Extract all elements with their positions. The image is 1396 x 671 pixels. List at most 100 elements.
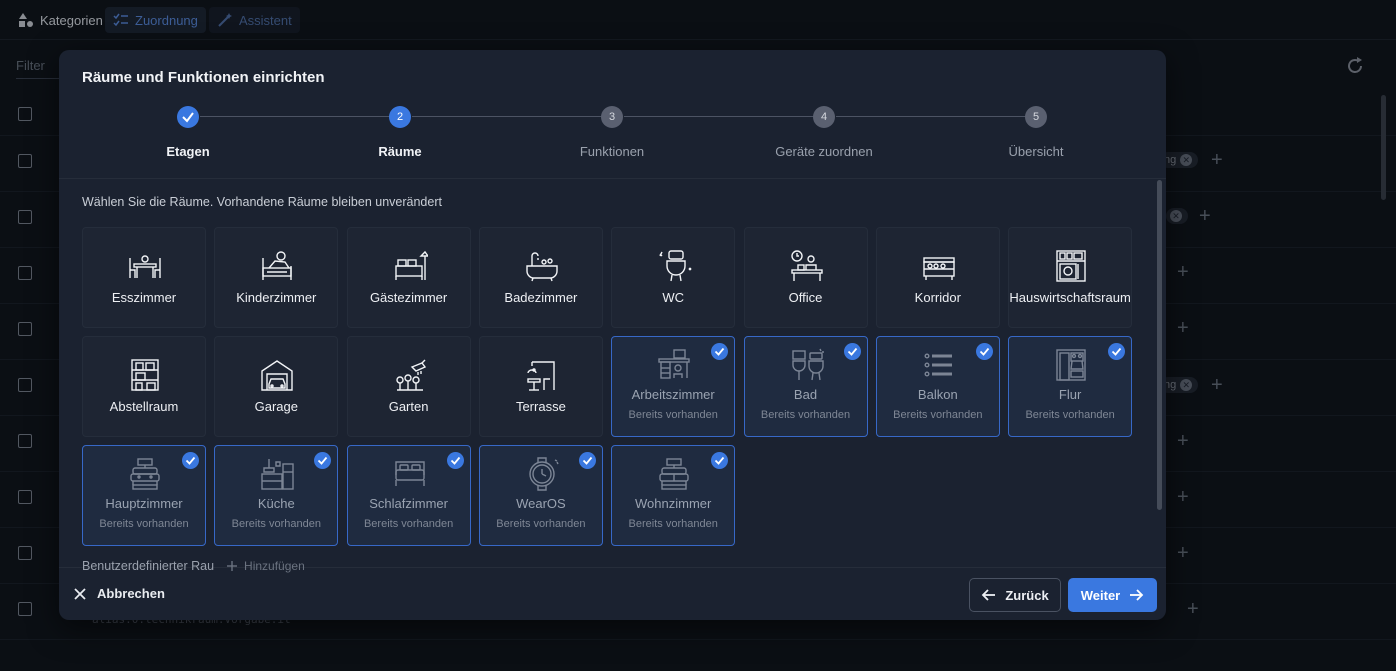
workroom-icon	[658, 349, 690, 379]
bathtub-icon	[526, 252, 558, 282]
cancel-button[interactable]: Abbrechen	[73, 586, 165, 601]
room-tile-hauptzimmer[interactable]: Hauptzimmer Bereits vorhanden	[82, 445, 206, 546]
room-tile-hauswirtschaftsraum[interactable]: Hauswirtschaftsraum	[1008, 227, 1133, 328]
child-bed-icon	[262, 251, 292, 280]
check-circle-icon	[314, 452, 332, 469]
room-tile-office[interactable]: Office	[743, 227, 868, 328]
room-tile-garten[interactable]: Garten	[346, 336, 471, 437]
step-label-raeume: Räume	[378, 144, 422, 159]
step-3-indicator[interactable]: 3	[601, 106, 623, 128]
hallway-icon	[1056, 349, 1086, 381]
room-tile-garage[interactable]: Garage	[214, 336, 339, 437]
room-label: Abstellraum	[109, 399, 179, 414]
check-circle-icon	[843, 343, 861, 360]
room-label: Garten	[388, 399, 429, 414]
plus-icon	[227, 561, 238, 571]
room-label: WearOS	[516, 496, 566, 511]
next-button[interactable]: Weiter	[1068, 578, 1157, 612]
step-1-indicator[interactable]	[177, 106, 199, 128]
check-circle-icon	[182, 452, 199, 469]
room-tile-küche[interactable]: Küche Bereits vorhanden	[214, 445, 339, 546]
room-tile-bad[interactable]: Bad Bereits vorhanden	[743, 336, 868, 437]
room-tile-esszimmer[interactable]: Esszimmer	[82, 227, 206, 328]
step-label-etagen: Etagen	[166, 144, 210, 159]
add-custom-room-button[interactable]: Hinzufügen	[226, 559, 305, 573]
room-tile-flur[interactable]: Flur Bereits vorhanden	[1008, 336, 1133, 437]
toilet-icon	[659, 250, 692, 282]
existing-label: Bereits vorhanden	[496, 518, 586, 530]
stepper: 2 3 4 5 Etagen Räume Funktionen Geräte z…	[59, 106, 1166, 166]
room-label: Schlafzimmer	[369, 496, 448, 511]
cancel-label: Abbrechen	[97, 586, 165, 601]
watch-icon	[529, 457, 559, 491]
existing-label: Bereits vorhanden	[628, 518, 718, 530]
office-desk-icon	[790, 250, 823, 281]
setup-dialog: Räume und Funktionen einrichten 2 3 4 5 …	[59, 50, 1166, 620]
next-label: Weiter	[1080, 587, 1121, 603]
list-lines-icon	[924, 353, 952, 377]
existing-label: Bereits vorhanden	[363, 518, 454, 530]
room-tile-kinderzimmer[interactable]: Kinderzimmer	[214, 227, 339, 328]
guest-bed-icon	[394, 250, 428, 280]
custom-room-label: Benutzerdefinierter Rau	[82, 559, 215, 573]
room-tile-badezimmer[interactable]: Badezimmer	[478, 227, 603, 328]
room-label: Esszimmer	[111, 290, 177, 305]
room-label: Office	[788, 290, 823, 305]
room-tile-wc[interactable]: WC	[611, 227, 736, 328]
back-button[interactable]: Zurück	[969, 578, 1061, 612]
garage-icon	[261, 360, 293, 391]
room-label: Arbeitszimmer	[631, 387, 715, 402]
step-label-uebersicht: Übersicht	[1008, 144, 1064, 159]
check-circle-icon	[446, 452, 464, 469]
check-circle-icon	[975, 343, 993, 360]
step-2-indicator[interactable]: 2	[389, 106, 411, 128]
check-icon	[182, 112, 194, 123]
room-tile-abstellraum[interactable]: Abstellraum	[82, 336, 206, 437]
bathroom-icon	[791, 348, 824, 381]
check-circle-icon	[578, 452, 596, 469]
step-connector	[412, 116, 602, 117]
custom-room-row: Benutzerdefinierter Rau Hinzufügen	[82, 559, 305, 573]
existing-label: Bereits vorhanden	[1025, 409, 1115, 421]
check-circle-icon	[711, 343, 729, 360]
terrace-icon	[527, 361, 555, 391]
room-tile-wearos[interactable]: WearOS Bereits vorhanden	[478, 445, 603, 546]
instruction-text: Wählen Sie die Räume. Vorhandene Räume b…	[82, 195, 442, 209]
room-tile-arbeitszimmer[interactable]: Arbeitszimmer Bereits vorhanden	[611, 336, 736, 437]
room-selection-body: Wählen Sie die Räume. Vorhandene Räume b…	[59, 178, 1166, 573]
dialog-scrollbar[interactable]	[1157, 180, 1162, 510]
room-label: Hauswirtschaftsraum	[1009, 290, 1131, 305]
room-label: Bad	[793, 387, 818, 402]
room-label: Flur	[1058, 387, 1082, 402]
room-label: WC	[662, 290, 685, 305]
room-label: Garage	[254, 399, 298, 414]
close-icon	[74, 587, 86, 600]
step-4-indicator[interactable]: 4	[813, 106, 835, 128]
room-label: Kinderzimmer	[236, 290, 317, 305]
room-tile-gästezimmer[interactable]: Gästezimmer	[346, 227, 471, 328]
step-connector	[200, 116, 390, 117]
corridor-icon	[923, 257, 955, 280]
main-room-icon	[130, 458, 160, 490]
step-label-geraete: Geräte zuordnen	[775, 144, 873, 159]
step-label-funktionen: Funktionen	[579, 144, 645, 159]
room-tile-schlafzimmer[interactable]: Schlafzimmer Bereits vorhanden	[346, 445, 471, 546]
room-tile-wohnzimmer[interactable]: Wohnzimmer Bereits vorhanden	[611, 445, 736, 546]
back-label: Zurück	[1005, 587, 1049, 603]
existing-label: Bereits vorhanden	[893, 409, 983, 421]
existing-label: Bereits vorhanden	[628, 409, 718, 421]
living-room-icon	[659, 458, 689, 490]
room-label: Hauptzimmer	[105, 496, 183, 511]
room-tile-korridor[interactable]: Korridor	[875, 227, 1000, 328]
dialog-title: Räume und Funktionen einrichten	[82, 69, 325, 86]
room-tile-balkon[interactable]: Balkon Bereits vorhanden	[875, 336, 1000, 437]
step-5-indicator[interactable]: 5	[1025, 106, 1047, 128]
check-circle-icon	[711, 452, 729, 469]
existing-label: Bereits vorhanden	[231, 518, 321, 530]
room-tile-terrasse[interactable]: Terrasse	[478, 336, 603, 437]
room-label: Korridor	[914, 290, 961, 305]
room-label: Küche	[257, 496, 295, 511]
bed-icon	[394, 461, 425, 486]
existing-label: Bereits vorhanden	[99, 518, 189, 530]
arrow-right-icon	[1130, 589, 1144, 601]
